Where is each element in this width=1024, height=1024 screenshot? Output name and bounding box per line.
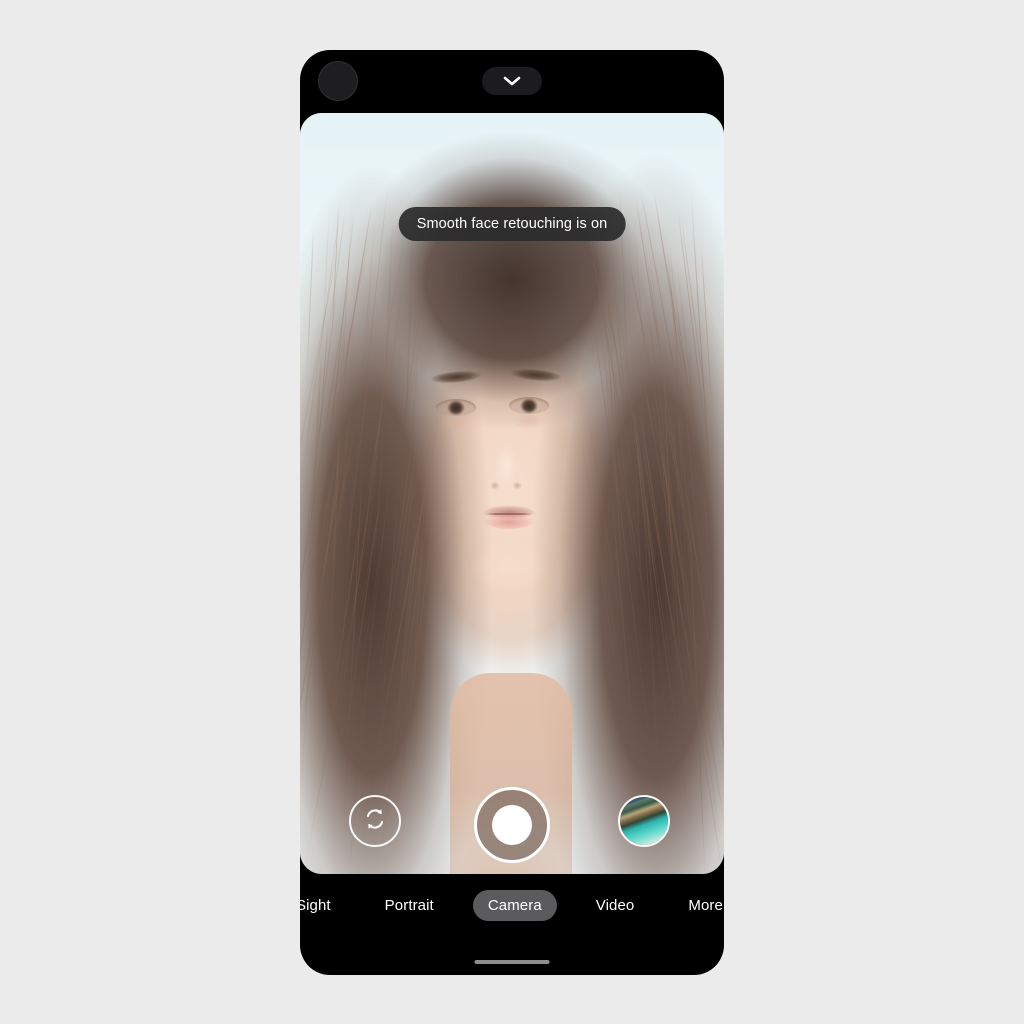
preview-detail [460, 543, 560, 613]
chevron-down-icon [502, 75, 522, 87]
retouching-toast: Smooth face retouching is on [398, 207, 626, 241]
shutter-button[interactable] [474, 787, 550, 863]
gallery-thumbnail-icon [620, 797, 668, 845]
preview-detail [486, 513, 532, 515]
flip-camera-button[interactable] [349, 795, 401, 847]
tab-night-sight[interactable]: ht Sight [300, 890, 346, 921]
preview-detail [481, 505, 537, 529]
gallery-button[interactable] [618, 795, 670, 847]
camera-flip-icon [362, 806, 388, 837]
mode-tab-list: ht Sight Portrait Camera Video More [300, 874, 724, 936]
camera-controls-row [300, 787, 724, 867]
tab-more[interactable]: More [673, 890, 724, 921]
camera-viewfinder[interactable]: Smooth face retouching is on [300, 113, 724, 874]
preview-detail [486, 431, 526, 493]
home-indicator[interactable] [474, 960, 550, 964]
phone-device-frame: Smooth face retouching is on Sight Portr… [300, 50, 724, 975]
preview-detail [509, 397, 549, 414]
tab-video[interactable]: Video [581, 890, 650, 921]
screenshot-canvas: Smooth face retouching is on Sight Portr… [0, 0, 1024, 1024]
preview-detail [436, 399, 476, 416]
tab-camera[interactable]: Camera [472, 889, 557, 921]
tab-portrait[interactable]: Portrait [370, 890, 449, 921]
shutter-icon [492, 805, 532, 845]
expand-settings-button[interactable] [482, 67, 542, 95]
front-camera-lens-icon [318, 61, 358, 101]
mode-tab-bar: ht Sight Portrait Camera Video More [300, 874, 724, 936]
